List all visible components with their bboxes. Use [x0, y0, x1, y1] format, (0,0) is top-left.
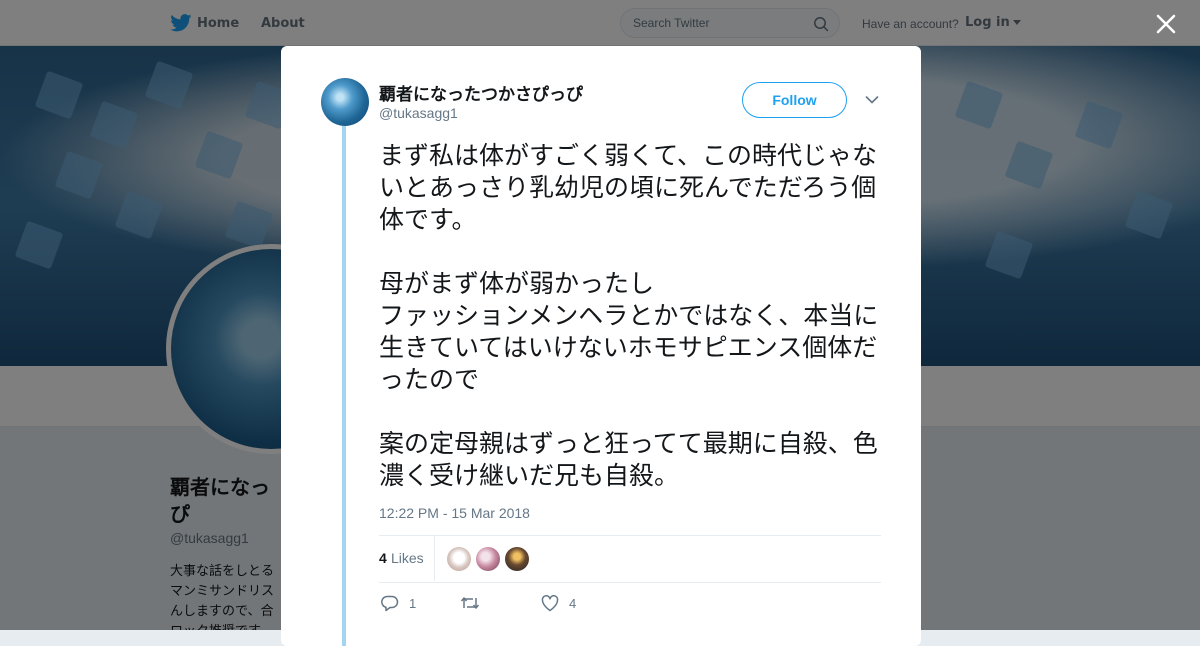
- close-icon[interactable]: [1154, 12, 1178, 36]
- divider: [379, 582, 881, 583]
- tweet-modal: 覇者になったつかさぴっぴ @tukasagg1 Follow まず私は体がすごく…: [281, 46, 921, 646]
- thread-line: [342, 126, 346, 646]
- chevron-down-icon[interactable]: [865, 95, 879, 105]
- display-name[interactable]: 覇者になったつかさぴっぴ: [379, 80, 583, 105]
- reply-icon: [381, 595, 399, 612]
- tweet-timestamp[interactable]: 12:22 PM - 15 Mar 2018: [379, 505, 530, 521]
- retweet-icon: [460, 597, 480, 609]
- likes-count[interactable]: 4: [379, 550, 387, 566]
- tweet-text: まず私は体がすごく弱くて、この時代じゃないとあっさり乳幼児の頃に死んでただろう個…: [379, 141, 879, 490]
- follow-button[interactable]: Follow: [742, 82, 847, 118]
- like-count: 4: [569, 596, 577, 611]
- liker-avatar[interactable]: [505, 547, 529, 571]
- liker-avatar[interactable]: [476, 547, 500, 571]
- divider: [379, 535, 881, 536]
- liker-avatar[interactable]: [447, 547, 471, 571]
- likes-label[interactable]: Likes: [391, 550, 424, 566]
- likes-separator: [434, 536, 435, 581]
- reply-count: 1: [409, 596, 417, 611]
- heart-icon: [541, 595, 559, 612]
- avatar[interactable]: [321, 78, 369, 126]
- username[interactable]: @tukasagg1: [379, 105, 458, 121]
